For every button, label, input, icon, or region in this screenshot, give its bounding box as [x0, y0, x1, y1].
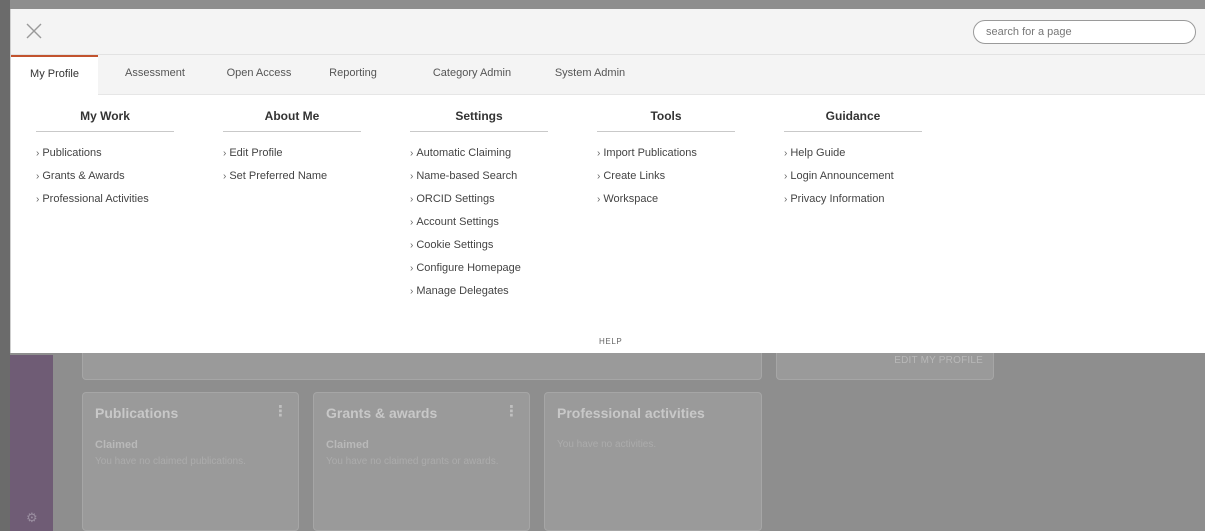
- menu-item-configure-homepage[interactable]: › Configure Homepage: [410, 261, 548, 284]
- menu-item-help-guide[interactable]: › Help Guide: [784, 146, 922, 169]
- menu-column-settings: Settings › Automatic Claiming › Name-based…: [410, 109, 548, 307]
- chevron-right-icon: ›: [784, 148, 788, 159]
- settings-icon: ⚙: [26, 510, 38, 525]
- tab-open-access[interactable]: Open Access: [219, 55, 299, 94]
- grants-card: Grants & awards ⋮ Claimed You have no cl…: [313, 392, 530, 531]
- chevron-right-icon: ›: [36, 171, 40, 182]
- menu-item-label: Cookie Settings: [416, 239, 494, 251]
- menu-item-automatic-claiming[interactable]: › Automatic Claiming: [410, 146, 548, 169]
- menu-item-privacy-information[interactable]: › Privacy Information: [784, 192, 922, 215]
- column-heading: Guidance: [784, 109, 922, 132]
- tab-assessment[interactable]: Assessment: [113, 55, 197, 94]
- chevron-right-icon: ›: [410, 194, 414, 205]
- menu-item-import-publications[interactable]: › Import Publications: [597, 146, 735, 169]
- chevron-right-icon: ›: [223, 171, 227, 182]
- menu-item-professional-activities[interactable]: › Professional Activities: [36, 192, 174, 215]
- chevron-right-icon: ›: [784, 171, 788, 182]
- kebab-icon: ⋮: [504, 403, 519, 420]
- menu-item-label: Grants & Awards: [42, 170, 125, 182]
- menu-item-label: ORCID Settings: [416, 193, 495, 205]
- navigation-overlay: My Profile Assessment Open Access Report…: [10, 9, 1205, 353]
- card-text: You have no claimed publications.: [95, 456, 246, 467]
- menu-item-create-links[interactable]: › Create Links: [597, 169, 735, 192]
- card-subtitle: Claimed: [326, 439, 369, 451]
- menu-item-orcid-settings[interactable]: › ORCID Settings: [410, 192, 548, 215]
- menu-item-cookie-settings[interactable]: › Cookie Settings: [410, 238, 548, 261]
- menu-item-label: Workspace: [603, 193, 659, 205]
- menu-column-tools: Tools › Import Publications › Create Links…: [597, 109, 735, 215]
- card-text: You have no activities.: [557, 439, 657, 450]
- chevron-right-icon: ›: [410, 286, 414, 297]
- menu-item-label: Manage Delegates: [416, 285, 509, 297]
- column-heading: Tools: [597, 109, 735, 132]
- tab-category-admin[interactable]: Category Admin: [422, 55, 522, 94]
- menu-item-edit-profile[interactable]: › Edit Profile: [223, 146, 361, 169]
- kebab-icon: ⋮: [273, 403, 288, 420]
- menu-item-label: Import Publications: [603, 147, 697, 159]
- professional-activities-card: Professional activities You have no acti…: [544, 392, 762, 531]
- overlay-top-bar: [11, 9, 1205, 55]
- chevron-right-icon: ›: [784, 194, 788, 205]
- chevron-right-icon: ›: [410, 263, 414, 274]
- menu-item-label: Help Guide: [790, 147, 846, 159]
- chevron-right-icon: ›: [410, 148, 414, 159]
- left-edge: [0, 0, 10, 531]
- menu-item-label: Name-based Search: [416, 170, 518, 182]
- card-text: You have no claimed grants or awards.: [326, 456, 499, 467]
- chevron-right-icon: ›: [410, 217, 414, 228]
- close-icon: [26, 23, 42, 39]
- tab-bar: My Profile Assessment Open Access Report…: [11, 55, 1205, 96]
- menu-item-name-based-search[interactable]: › Name-based Search: [410, 169, 548, 192]
- menu-item-label: Edit Profile: [229, 147, 283, 159]
- menu-item-label: Set Preferred Name: [229, 170, 328, 182]
- menu-item-label: Configure Homepage: [416, 262, 521, 274]
- card-subtitle: Claimed: [95, 439, 138, 451]
- side-navigation-bar: [10, 355, 53, 531]
- menu-item-publications[interactable]: › Publications: [36, 146, 174, 169]
- edit-my-profile-link: EDIT MY PROFILE: [894, 355, 983, 366]
- menu-column-guidance: Guidance › Help Guide › Login Announcement…: [784, 109, 922, 215]
- search-input[interactable]: [973, 20, 1196, 44]
- menu-item-label: Privacy Information: [790, 193, 885, 205]
- card-title: Professional activities: [557, 405, 705, 421]
- menu-column-my-work: My Work › Publications › Grants & Awards ›…: [36, 109, 174, 215]
- column-heading: About Me: [223, 109, 361, 132]
- menu-column-about-me: About Me › Edit Profile › Set Preferred Na…: [223, 109, 361, 192]
- menu-item-account-settings[interactable]: › Account Settings: [410, 215, 548, 238]
- help-link[interactable]: HELP: [599, 337, 622, 346]
- menu-item-label: Create Links: [603, 170, 666, 182]
- column-heading: My Work: [36, 109, 174, 132]
- chevron-right-icon: ›: [597, 194, 601, 205]
- chevron-right-icon: ›: [410, 171, 414, 182]
- column-heading: Settings: [410, 109, 548, 132]
- menu-item-label: Login Announcement: [790, 170, 894, 182]
- tab-reporting[interactable]: Reporting: [311, 55, 395, 94]
- chevron-right-icon: ›: [36, 148, 40, 159]
- tab-system-admin[interactable]: System Admin: [550, 55, 630, 94]
- publications-card: Publications ⋮ Claimed You have no claim…: [82, 392, 299, 531]
- menu-item-label: Publications: [42, 147, 102, 159]
- menu-item-set-preferred-name[interactable]: › Set Preferred Name: [223, 169, 361, 192]
- chevron-right-icon: ›: [410, 240, 414, 251]
- card-title: Grants & awards: [326, 405, 438, 421]
- menu-item-login-announcement[interactable]: › Login Announcement: [784, 169, 922, 192]
- chevron-right-icon: ›: [597, 171, 601, 182]
- card-title: Publications: [95, 405, 179, 421]
- close-button[interactable]: [23, 20, 45, 42]
- menu-item-label: Automatic Claiming: [416, 147, 512, 159]
- menu-item-manage-delegates[interactable]: › Manage Delegates: [410, 284, 548, 307]
- chevron-right-icon: ›: [223, 148, 227, 159]
- menu-item-label: Professional Activities: [42, 193, 149, 205]
- menu-item-grants-awards[interactable]: › Grants & Awards: [36, 169, 174, 192]
- chevron-right-icon: ›: [597, 148, 601, 159]
- menu-item-label: Account Settings: [416, 216, 499, 228]
- chevron-right-icon: ›: [36, 194, 40, 205]
- tab-my-profile[interactable]: My Profile: [11, 55, 98, 96]
- menu-item-workspace[interactable]: › Workspace: [597, 192, 735, 215]
